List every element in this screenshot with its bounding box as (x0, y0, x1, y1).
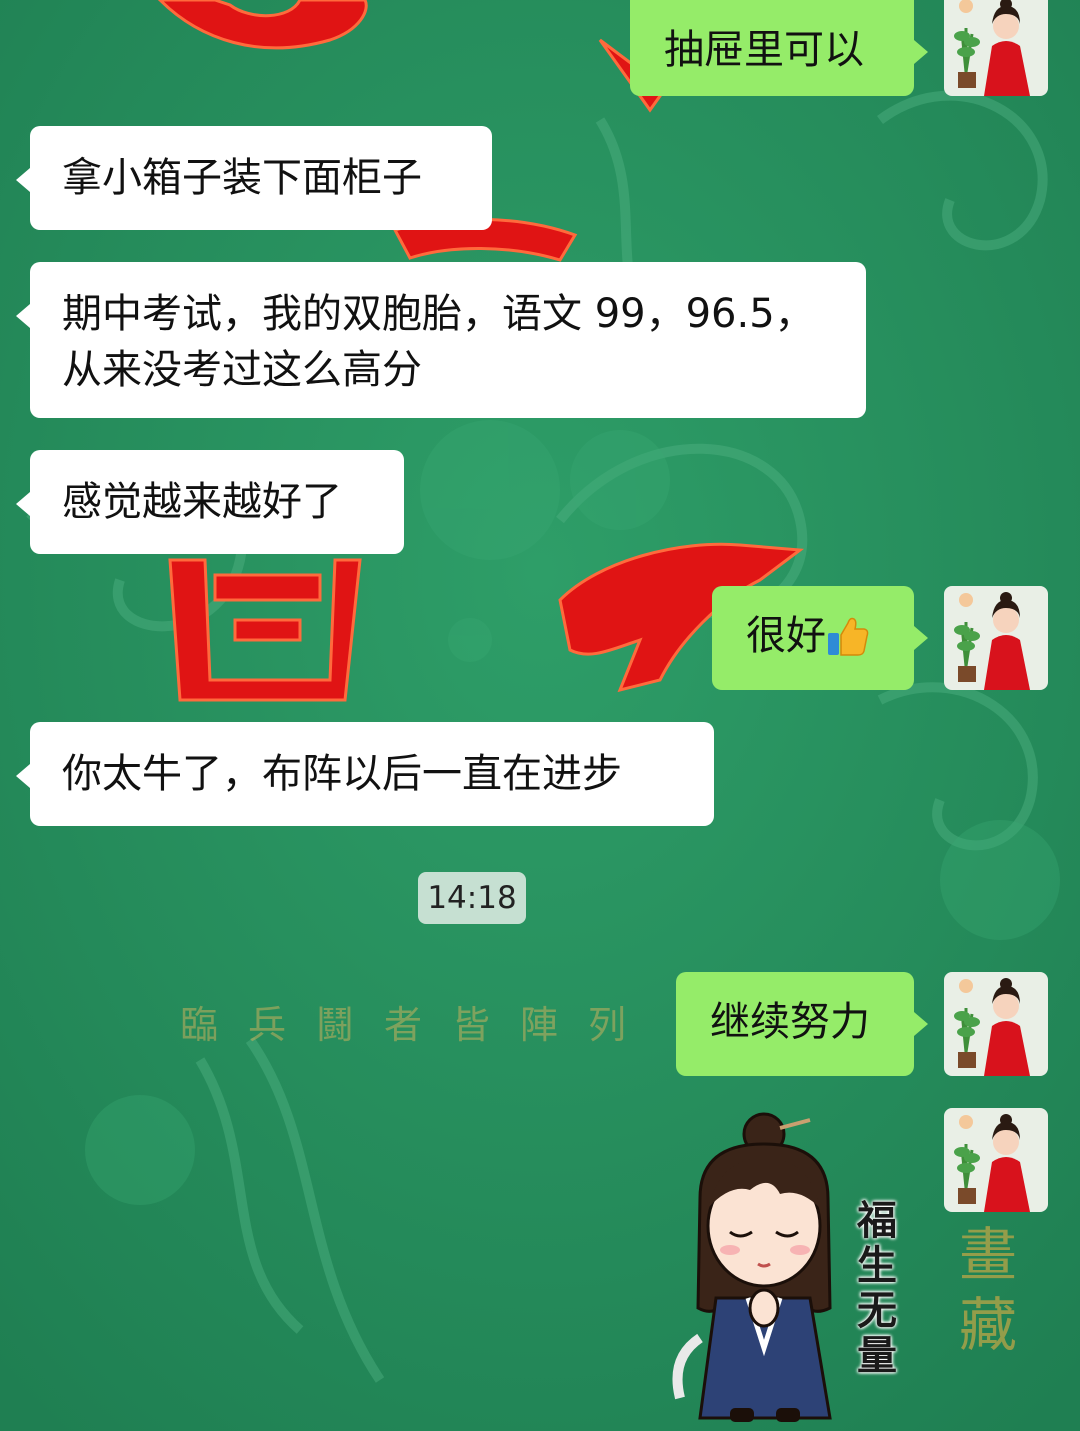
message-bubble-incoming[interactable]: 你太牛了，布阵以后一直在进步 (16, 722, 714, 826)
message-bubble-incoming[interactable]: 感觉越来越好了 (16, 450, 404, 554)
message-bubble-outgoing[interactable]: 继续努力 (676, 972, 928, 1076)
avatar[interactable] (944, 1108, 1048, 1212)
avatar-woman-red-dress-icon (944, 0, 1048, 96)
chat-message-list[interactable]: 抽屉里可以 拿小箱子装下面柜子 期中考试，我的双胞胎，语文 99，96.5， 从… (0, 0, 1080, 1431)
avatar[interactable] (944, 0, 1048, 96)
sticker-caption: 福生无量 (857, 1197, 897, 1379)
message-timestamp: 14:18 (418, 872, 526, 924)
avatar[interactable] (944, 972, 1048, 1076)
message-text-line: 期中考试，我的双胞胎，语文 99，96.5， (62, 291, 815, 337)
avatar-woman-red-dress-icon (944, 1108, 1048, 1212)
message-bubble-outgoing[interactable]: 抽屉里可以 (630, 0, 928, 96)
avatar[interactable] (944, 586, 1048, 690)
message-bubble-incoming[interactable]: 拿小箱子装下面柜子 (16, 126, 492, 230)
thumbs-up-icon (828, 617, 869, 656)
avatar-woman-red-dress-icon (944, 586, 1048, 690)
message-bubble-outgoing[interactable]: 很好 (712, 586, 928, 690)
message-bubble-incoming[interactable]: 期中考试，我的双胞胎，语文 99，96.5， 从来没考过这么高分 (16, 262, 866, 418)
message-text: 抽屉里可以 (664, 27, 864, 73)
message-text: 你太牛了，布阵以后一直在进步 (62, 751, 622, 797)
avatar-woman-red-dress-icon (944, 972, 1048, 1076)
message-text: 很好 (746, 613, 826, 659)
message-text: 感觉越来越好了 (62, 479, 342, 525)
message-text: 继续努力 (710, 999, 870, 1045)
message-text-line: 从来没考过这么高分 (62, 347, 422, 393)
message-text: 拿小箱子装下面柜子 (62, 155, 422, 201)
